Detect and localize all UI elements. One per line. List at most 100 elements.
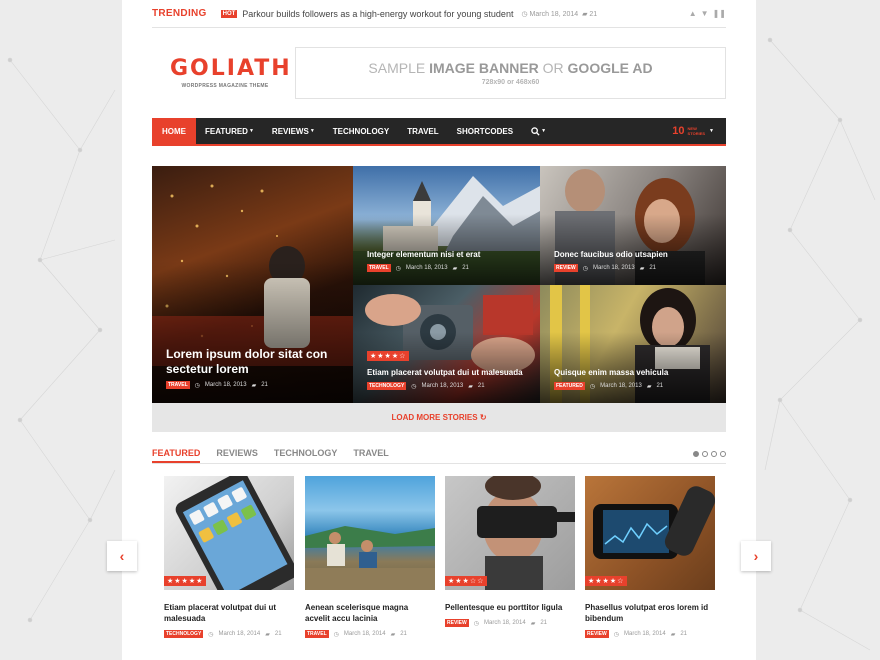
nav-item-featured[interactable]: FEATURED ▼ [196,118,263,144]
card-title[interactable]: Pellentesque eu porttitor ligula [445,602,575,613]
story-meta: TECHNOLOGY ◷ March 18, 2013 ▰ 21 [367,382,485,390]
story-meta: FEATURED ◷ March 18, 2013 ▰ 21 [554,382,664,390]
category-badge[interactable]: TECHNOLOGY [367,382,407,390]
card-meta: TRAVEL ◷ March 18, 2014 ▰ 21 [305,630,407,638]
logo-tagline: WORDPRESS MAGAZINE THEME [181,83,269,89]
card-title[interactable]: Phasellus volutpat eros lorem id bibendu… [585,602,715,624]
carousel-pagination [693,443,726,463]
trending-headline-link[interactable]: Parkour builds followers as a high-energ… [242,9,513,19]
card-image: ★★★☆☆ [445,476,575,590]
story-meta: TRAVEL ◷ March 18, 2013 ▰ 21 [166,381,268,389]
clock-icon: ◷ [395,265,401,272]
comment-icon: ▰ [251,382,257,389]
clock-icon: ◷ [473,620,479,627]
rating-stars: ★★★☆☆ [445,576,488,586]
card-image [305,476,435,590]
clock-icon: ◷ [521,10,528,18]
nav-item-travel[interactable]: TRAVEL [398,118,447,144]
tab-featured[interactable]: FEATURED [152,443,201,463]
trending-date: March 18, 2014 [529,10,579,18]
hero-story-5[interactable]: Quisque enim massa vehicula FEATURED ◷ Ma… [540,285,726,403]
pagination-dot[interactable] [720,451,726,457]
load-more-button[interactable]: LOAD MORE STORIES ↻ [152,403,726,432]
nav-item-reviews[interactable]: REVIEWS ▼ [263,118,324,144]
new-stories-counter[interactable]: 10 NEW STORIES ▼ [672,118,726,144]
clock-icon: ◷ [582,265,588,272]
banner-text: SAMPLE IMAGE BANNER OR GOOGLE AD [368,60,653,76]
carousel-next-button[interactable]: › [741,541,771,571]
new-stories-count: 10 [672,125,685,137]
search-icon [531,126,540,136]
chevron-down-icon: ▼ [248,128,254,134]
clock-icon: ◷ [613,631,619,638]
pagination-dot[interactable] [702,451,708,457]
banner-size: 728x90 or 468x60 [481,79,540,86]
chevron-down-icon: ▼ [541,128,547,134]
nav-item-shortcodes[interactable]: SHORTCODES [448,118,522,144]
card-image: ★★★★★ [164,476,294,590]
chevron-left-icon: ‹ [119,548,125,564]
nav-item-technology[interactable]: TECHNOLOGY [324,118,398,144]
hero-story-4[interactable]: ★★★★☆ Etiam placerat volutpat dui ut mal… [353,285,540,403]
arrow-down-icon[interactable]: ▼ [701,9,709,18]
carousel-card[interactable]: ★★★★☆ Phasellus volutpat eros lorem id b… [585,476,715,638]
ad-banner[interactable]: SAMPLE IMAGE BANNER OR GOOGLE AD 728x90 … [295,47,726,99]
tab-technology[interactable]: TECHNOLOGY [274,443,338,463]
story-title[interactable]: Quisque enim massa vehicula [554,368,716,378]
carousel-card[interactable]: ★★★★★ Etiam placerat volutpat dui ut mal… [164,476,294,638]
category-badge[interactable]: TRAVEL [305,630,329,638]
arrow-up-icon[interactable]: ▲ [689,9,697,18]
story-title[interactable]: Donec faucibus odio utsapien [554,250,716,260]
hero-story-2[interactable]: Integer elementum nisi et erat TRAVEL ◷ M… [353,166,540,285]
trending-meta: ◷ March 18, 2014 ▰ 21 [521,10,597,18]
story-title[interactable]: Lorem ipsum dolor sitat con sectetur lor… [166,347,343,377]
hero-story-3[interactable]: Donec faucibus odio utsapien REVIEW ◷ Mar… [540,166,726,285]
clock-icon: ◷ [333,631,339,638]
tab-travel[interactable]: TRAVEL [353,443,388,463]
comment-icon: ▰ [390,631,396,638]
comment-icon: ▰ [639,265,645,272]
category-badge[interactable]: FEATURED [554,382,585,390]
clock-icon: ◷ [589,383,596,390]
chevron-right-icon: › [753,548,759,564]
carousel-prev-button[interactable]: ‹ [107,541,137,571]
tab-reviews[interactable]: REVIEWS [216,443,258,463]
rating-stars: ★★★★☆ [367,351,410,361]
rating-stars: ★★★★☆ [585,576,628,586]
comment-icon: ▰ [646,383,652,390]
pagination-dot[interactable] [693,451,699,457]
story-title[interactable]: Integer elementum nisi et erat [367,250,530,260]
category-badge[interactable]: REVIEW [445,619,469,627]
comment-icon: ▰ [530,620,536,627]
card-title[interactable]: Etiam placerat volutpat dui ut malesuada [164,602,294,624]
clock-icon: ◷ [411,383,417,390]
category-badge[interactable]: TRAVEL [166,381,190,389]
trending-bar: TRENDING HOT Parkour builds followers as… [152,0,726,28]
card-meta: REVIEW ◷ March 18, 2014 ▰ 21 [445,619,547,627]
category-badge[interactable]: REVIEW [585,630,609,638]
pause-icon[interactable]: ❚❚ [713,9,726,18]
card-meta: TECHNOLOGY ◷ March 18, 2014 ▰ 21 [164,630,282,638]
comment-icon: ▰ [582,10,588,18]
pagination-dot[interactable] [711,451,717,457]
logo-name: GOLIATH [170,56,292,81]
page-container: TRENDING HOT Parkour builds followers as… [122,0,756,660]
comment-icon: ▰ [670,631,676,638]
carousel-card[interactable]: ★★★☆☆ Pellentesque eu porttitor ligula R… [445,476,575,627]
trending-controls: ▲ ▼ ❚❚ [689,9,726,18]
card-title[interactable]: Aenean scelerisque magna acvelit accu la… [305,602,435,624]
comment-icon: ▰ [468,383,473,390]
refresh-icon: ↻ [479,413,487,422]
category-badge[interactable]: TECHNOLOGY [164,630,204,638]
story-title[interactable]: Etiam placerat volutpat dui ut malesuada [367,368,530,378]
site-logo[interactable]: GOLIATH WORDPRESS MAGAZINE THEME [170,56,292,89]
hero-story-large[interactable]: Lorem ipsum dolor sitat con sectetur lor… [152,166,353,403]
main-nav: HOME FEATURED ▼ REVIEWS ▼ TECHNOLOGY TRAVE… [152,118,726,146]
category-badge[interactable]: REVIEW [554,264,578,272]
card-image: ★★★★☆ [585,476,715,590]
carousel-card[interactable]: Aenean scelerisque magna acvelit accu la… [305,476,435,638]
nav-item-home[interactable]: HOME [152,118,196,144]
category-badge[interactable]: TRAVEL [367,264,391,272]
chevron-down-icon: ▼ [309,128,315,134]
nav-search-button[interactable]: ▼ [522,118,555,144]
